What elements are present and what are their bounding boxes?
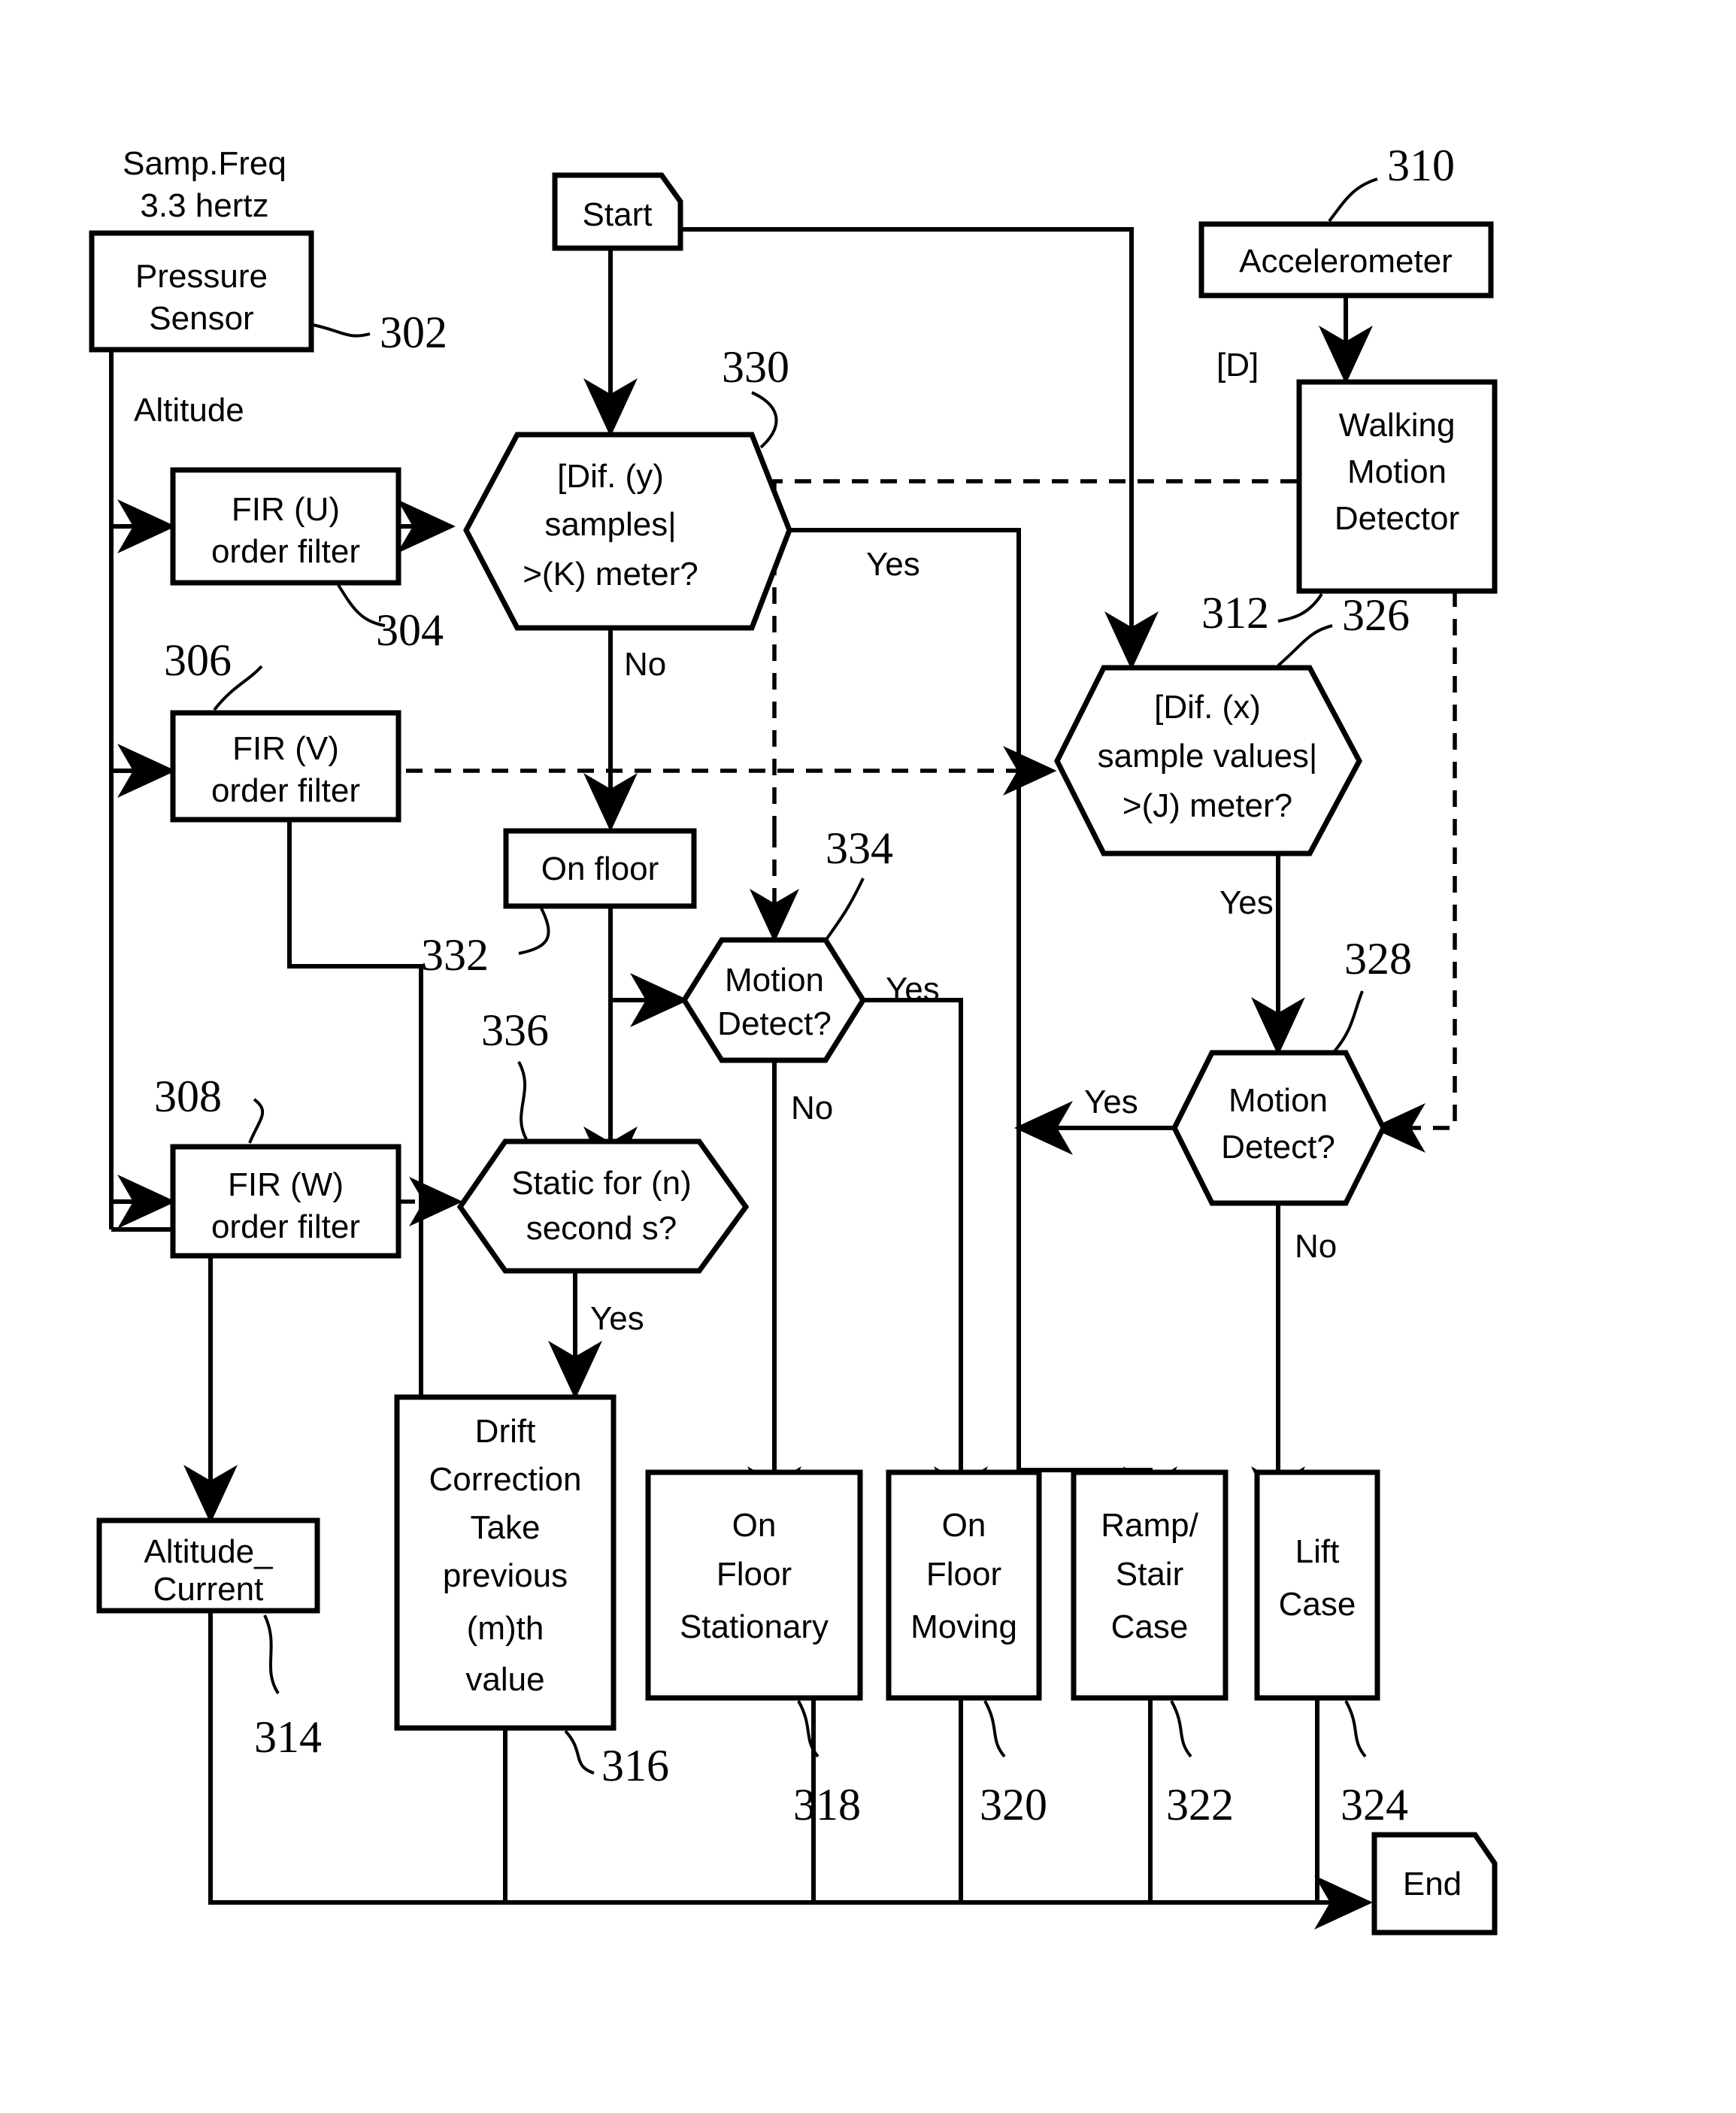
ref-326: 326 [1342, 590, 1410, 640]
node-fir-w: FIR (W) order filter 308 [154, 1072, 401, 1259]
ref-324: 324 [1341, 1780, 1408, 1830]
wmd-line-3: Detector [1335, 500, 1459, 537]
drift-line-1: Drift [475, 1413, 536, 1450]
node-lift-case: Lift Case 324 [1254, 1469, 1408, 1830]
start-label: Start [583, 196, 653, 233]
drift-line-2: Correction [429, 1461, 582, 1498]
320-line-3: Moving [910, 1608, 1017, 1645]
samp-freq-line-1: Samp.Freq [123, 145, 286, 182]
node-fir-u: FIR (U) order filter 304 [170, 467, 444, 655]
ref-328: 328 [1344, 934, 1412, 984]
ref-332: 332 [421, 930, 489, 980]
altitude-current-line-2: Current [153, 1571, 264, 1608]
node-start: Start [552, 172, 683, 251]
fir-u-line-2: order filter [211, 533, 360, 570]
320-line-2: Floor [926, 1556, 1001, 1593]
drift-line-5: (m)th [467, 1610, 544, 1647]
node-pressure-sensor: Pressure Sensor 302 [89, 230, 447, 357]
difx-line-2: sample values| [1098, 738, 1318, 775]
322-line-3: Case [1111, 1608, 1189, 1645]
ref-322: 322 [1166, 1780, 1234, 1830]
label-dify-no: No [624, 646, 666, 683]
ref-318: 318 [793, 1780, 861, 1830]
label-motion334-no: No [791, 1090, 833, 1126]
dify-line-1: [Dif. (y) [557, 458, 664, 495]
edge-wmd-dashed-right [1371, 590, 1457, 1153]
fir-w-line-1: FIR (W) [228, 1166, 344, 1203]
altitude-current-line-1: Altitude_ [144, 1533, 273, 1570]
ref-316: 316 [601, 1741, 669, 1790]
static-line-1: Static for (n) [511, 1165, 692, 1202]
ref-306: 306 [164, 635, 232, 685]
motion334-line-2: Detect? [717, 1005, 832, 1042]
edge-motion334-yes [863, 998, 988, 1525]
label-dify-yes: Yes [866, 546, 920, 583]
pressure-sensor-line-2: Sensor [149, 300, 253, 337]
wmd-line-1: Walking [1339, 407, 1456, 444]
altitude-label: Altitude [134, 392, 244, 429]
node-accelerometer: Accelerometer 310 [1198, 141, 1494, 299]
node-on-floor-moving: On Floor Moving 320 [886, 1469, 1047, 1830]
wmd-line-2: Motion [1347, 453, 1447, 490]
node-on-floor-stationary: On Floor Stationary 318 [645, 1469, 863, 1830]
fir-w-line-2: order filter [211, 1208, 360, 1245]
318-line-2: Floor [717, 1556, 792, 1593]
fir-u-line-1: FIR (U) [232, 491, 340, 528]
label-motion334-yes: Yes [886, 971, 940, 1008]
drift-line-6: value [465, 1661, 544, 1698]
drift-line-3: Take [471, 1509, 541, 1546]
label-static-yes: Yes [590, 1300, 644, 1337]
322-line-1: Ramp/ [1101, 1507, 1198, 1544]
edge-spine-to-altitude [111, 1227, 238, 1523]
318-line-3: Stationary [680, 1608, 829, 1645]
ref-314: 314 [254, 1712, 322, 1762]
samp-freq-line-2: 3.3 hertz [140, 187, 268, 224]
edge-fir-v-down [287, 820, 423, 1181]
motion328-line-2: Detect? [1221, 1129, 1335, 1166]
static-line-2: second s? [526, 1210, 677, 1247]
node-on-floor: On floor 332 [421, 828, 697, 980]
d-tag-label: [D] [1216, 347, 1259, 383]
ref-312: 312 [1201, 588, 1269, 638]
label-motion328-yes: Yes [1084, 1084, 1138, 1120]
node-drift-correction: Drift Correction Take previous (m)th val… [394, 1394, 669, 1790]
ref-334: 334 [826, 823, 893, 873]
node-ramp-stair-case: Ramp/ Stair Case 322 [1071, 1469, 1234, 1830]
node-motion-detect-mid: Motion Detect? 334 [680, 823, 893, 1063]
322-line-2: Stair [1116, 1556, 1183, 1593]
on-floor-label: On floor [541, 850, 659, 887]
dify-line-2: samples| [544, 506, 676, 543]
motion328-line-1: Motion [1229, 1082, 1328, 1119]
324-line-2: Case [1279, 1586, 1356, 1623]
node-dif-y-decision: [Dif. (y) samples| >(K) meter? 330 [463, 342, 792, 631]
difx-line-1: [Dif. (x) [1154, 689, 1261, 726]
accelerometer-label: Accelerometer [1239, 243, 1453, 280]
ref-310: 310 [1387, 141, 1455, 190]
318-line-1: On [732, 1507, 777, 1544]
node-motion-detect-right: Motion Detect? 328 [1171, 934, 1412, 1206]
motion334-line-1: Motion [725, 962, 824, 999]
node-fir-v: FIR (V) order filter 306 [164, 635, 401, 823]
drift-line-4: previous [443, 1557, 568, 1594]
ref-304: 304 [376, 605, 444, 655]
label-difx-yes: Yes [1219, 884, 1274, 921]
320-line-1: On [942, 1507, 986, 1544]
ref-330: 330 [722, 342, 789, 392]
node-end: End [1371, 1832, 1498, 1936]
ref-336: 336 [481, 1005, 549, 1055]
difx-line-3: >(J) meter? [1122, 787, 1292, 824]
pressure-sensor-line-1: Pressure [135, 258, 268, 295]
fir-v-line-2: order filter [211, 772, 360, 809]
ref-302: 302 [380, 308, 447, 357]
ref-320: 320 [980, 1780, 1047, 1830]
flowchart-canvas: Start End Pressure Sensor 302 FIR (U) or… [0, 0, 1736, 2113]
324-line-1: Lift [1295, 1533, 1340, 1570]
node-static-for-n: Static for (n) second s? 336 [456, 1005, 750, 1274]
fir-v-line-1: FIR (V) [232, 730, 339, 767]
end-label: End [1403, 1866, 1462, 1902]
flowchart-svg: Start End Pressure Sensor 302 FIR (U) or… [89, 141, 1498, 1936]
label-motion328-no: No [1295, 1228, 1337, 1265]
ref-308: 308 [154, 1072, 222, 1121]
dify-line-3: >(K) meter? [523, 556, 698, 593]
